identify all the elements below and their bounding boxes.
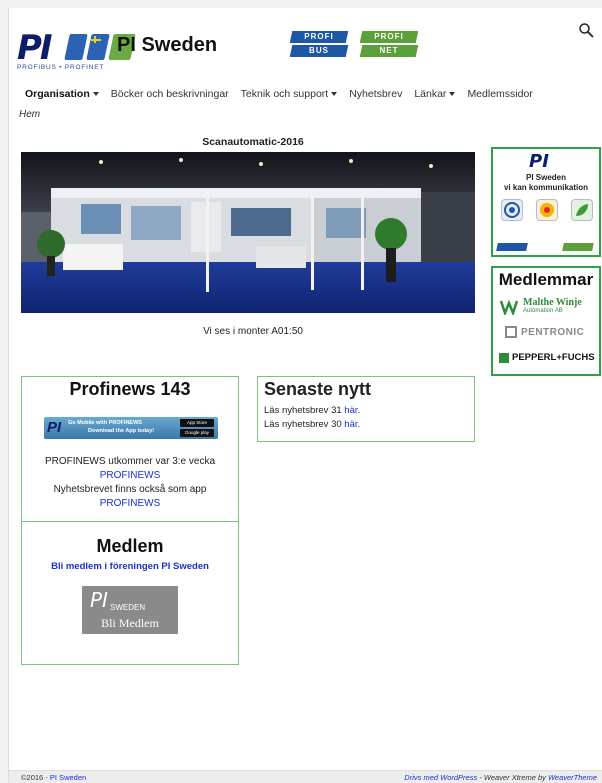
sidebar-pi-logo: PI [529, 151, 549, 172]
nav-item-lankar[interactable]: Länkar [414, 88, 456, 100]
nav-item-teknik[interactable]: Teknik och support [241, 88, 338, 100]
weavertheme-link[interactable]: WeaverTheme [548, 773, 597, 782]
profinews-title: Profinews 143 [69, 379, 191, 399]
main-nav: Organisation Böcker och beskrivningar Te… [25, 88, 533, 100]
become-member-link[interactable]: Bli medlem i föreningen PI Sweden [51, 561, 209, 572]
sidebar-pi-sweden-box[interactable]: PI PI Sweden vi kan kommunikation [491, 147, 601, 257]
pi-logo[interactable]: PI PROFIBUS • PROFINET [17, 26, 136, 76]
newsletter-row: Läs nyhetsbrev 31 här. [264, 405, 361, 416]
post-title: Scanautomatic-2016 [202, 136, 304, 148]
profinews-app-text: Nyhetsbrevet finns också som app [53, 484, 207, 495]
page: PI PROFIBUS • PROFINET PI Sweden PROFI B… [8, 8, 602, 783]
member-pentronic[interactable]: PENTRONIC [505, 326, 584, 338]
malthe-winje-logo-icon [499, 299, 519, 315]
breadcrumb[interactable]: Hem [19, 109, 40, 120]
profinews-app-link[interactable]: PROFINEWS [100, 498, 161, 509]
medlem-widget: Medlem Bli medlem i föreningen PI Sweden… [21, 521, 239, 665]
newsletter-30-link[interactable]: här [344, 419, 357, 430]
profinews-app-banner[interactable]: PI Go Mobile with PROFINEWS Download the… [44, 417, 218, 439]
profinews-frequency-text: PROFINEWS utkommer var 3:e vecka [44, 456, 216, 467]
photo-caption: Vi ses i monter A01:50 [203, 326, 303, 337]
profinews-widget: Profinews 143 PI Go Mobile with PROFINEW… [21, 376, 239, 522]
sidebar-members-box: Medlemmar Malthe Winje Automation AB PEN… [491, 266, 601, 376]
caret-down-icon [92, 92, 99, 96]
google-play-badge[interactable]: Google play [180, 429, 214, 437]
nav-item-nyhetsbrev[interactable]: Nyhetsbrev [349, 88, 402, 100]
newsletter-row: Läs nyhetsbrev 30 här. [264, 419, 361, 430]
iolink-icon [501, 199, 523, 221]
member-pepperl-fuchs[interactable]: PEPPERL+FUCHS [499, 352, 595, 363]
pentronic-logo-icon [505, 326, 517, 338]
app-store-badge[interactable]: App Store [180, 419, 214, 427]
members-title: Medlemmar [498, 270, 594, 289]
footer: ©2016 - PI Sweden Drivs med WordPress - … [9, 770, 602, 783]
newsletter-31-link[interactable]: här [344, 405, 357, 416]
profinet-logo[interactable]: PROFI NET [359, 24, 421, 58]
profienergy-icon [571, 199, 593, 221]
member-malthe-winje[interactable]: Malthe Winje Automation AB [499, 298, 582, 316]
profisafe-icon [536, 199, 558, 221]
sidebar-profibus-badge [496, 243, 528, 251]
logo-subtitle: PROFIBUS • PROFINET [17, 64, 105, 71]
pi-logo-text: PI [17, 28, 53, 68]
senaste-nytt-title: Senaste nytt [264, 379, 372, 399]
nav-item-organisation[interactable]: Organisation [25, 88, 99, 100]
search-icon[interactable] [578, 22, 594, 38]
pepperl-fuchs-logo-icon [499, 352, 509, 363]
sidebar-profinet-badge [562, 243, 594, 251]
nav-item-bocker[interactable]: Böcker och beskrivningar [111, 88, 229, 100]
site-title[interactable]: PI Sweden [117, 34, 217, 57]
wordpress-link[interactable]: Drivs med WordPress [404, 773, 477, 782]
profibus-logo[interactable]: PROFI BUS [289, 24, 351, 58]
nav-item-medlemssidor[interactable]: Medlemssidor [467, 88, 532, 100]
exhibition-booth-photo [21, 152, 475, 313]
caret-down-icon [449, 92, 456, 96]
profinews-link[interactable]: PROFINEWS [100, 470, 161, 481]
swedish-flag-icon [91, 36, 101, 43]
medlem-title: Medlem [96, 536, 164, 556]
footer-site-link[interactable]: PI Sweden [50, 773, 86, 782]
caret-down-icon [331, 92, 338, 96]
senaste-nytt-widget: Senaste nytt Läs nyhetsbrev 31 här. Läs … [257, 376, 475, 442]
bli-medlem-button[interactable]: PI SWEDEN Bli Medlem [82, 586, 178, 634]
